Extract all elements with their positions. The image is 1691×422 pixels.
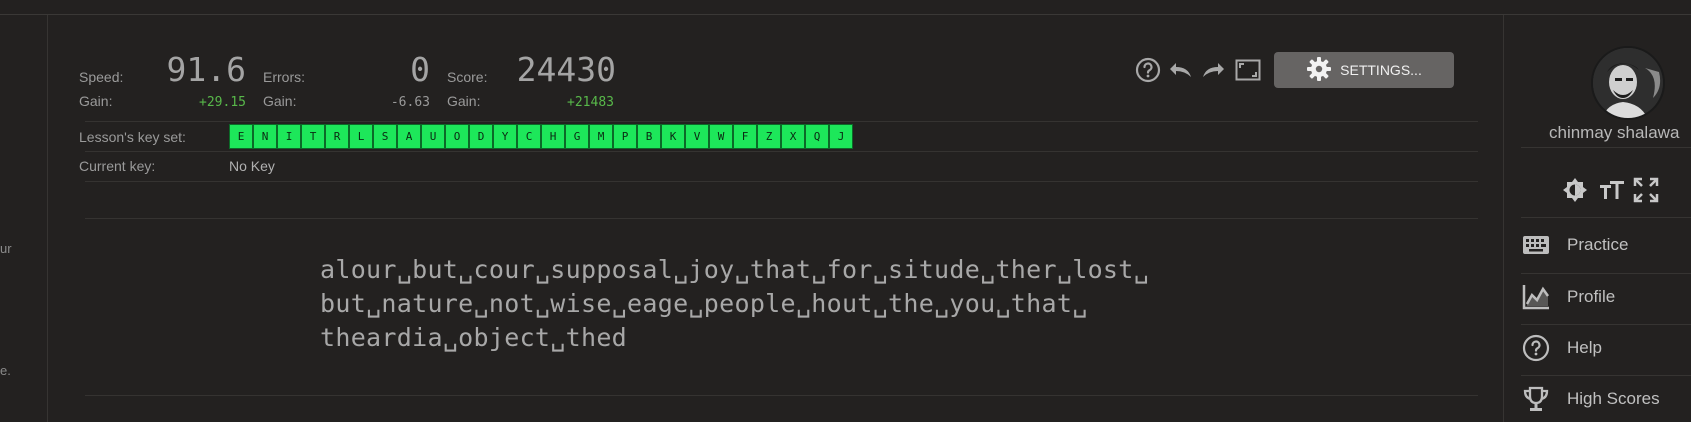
key-chip: Q xyxy=(805,124,829,149)
errors-gain-value: -6.63 xyxy=(390,95,430,110)
key-chip: C xyxy=(517,124,541,149)
divider xyxy=(85,218,1478,219)
key-chip: M xyxy=(589,124,613,149)
key-chip: S xyxy=(373,124,397,149)
top-bar xyxy=(0,0,1691,15)
chart-icon xyxy=(1521,282,1551,312)
key-chip: X xyxy=(781,124,805,149)
key-chip: D xyxy=(469,124,493,149)
key-chip: W xyxy=(709,124,733,149)
score-value: 24430 xyxy=(516,50,616,89)
left-panel: ur e. xyxy=(0,15,48,422)
score-gain-value: +21483 xyxy=(567,95,614,110)
nav-high-scores[interactable]: High Scores xyxy=(1521,379,1691,419)
key-chip: K xyxy=(661,124,685,149)
key-chip: G xyxy=(565,124,589,149)
score-label: Score: xyxy=(447,69,488,85)
font-size-icon[interactable] xyxy=(1597,175,1627,205)
practice-panel: Speed: 91.6 Gain: +29.15 Errors: 0 Gain:… xyxy=(48,15,1503,422)
text-line: but␣nature␣not␣wise␣eage␣people␣hout␣the… xyxy=(320,289,1088,318)
left-text-fragment: ur xyxy=(0,241,12,256)
errors-gain-label: Gain: xyxy=(263,93,297,109)
divider xyxy=(1521,147,1691,148)
divider xyxy=(85,395,1478,396)
key-chip: F xyxy=(733,124,757,149)
key-chip: H xyxy=(541,124,565,149)
key-chip: V xyxy=(685,124,709,149)
nav-high-scores-label: High Scores xyxy=(1567,389,1660,408)
theme-icon[interactable] xyxy=(1560,175,1590,205)
trophy-icon xyxy=(1521,384,1551,414)
nav-profile-label: Profile xyxy=(1567,287,1616,306)
nav-help-label: Help xyxy=(1567,338,1602,357)
undo-icon[interactable] xyxy=(1165,55,1195,85)
speed-label: Speed: xyxy=(79,69,124,85)
nav-help[interactable]: Help xyxy=(1521,328,1691,368)
errors-label: Errors: xyxy=(263,69,305,85)
right-sidebar: chinmay shalawa Practice Profile Help Hi… xyxy=(1503,15,1691,422)
expand-icon[interactable] xyxy=(1631,175,1661,205)
text-line: alour␣but␣cour␣supposal␣joy␣that␣for␣sit… xyxy=(320,255,1149,284)
divider xyxy=(1521,324,1691,325)
divider xyxy=(85,121,1478,122)
redo-icon[interactable] xyxy=(1199,55,1229,85)
nav-practice[interactable]: Practice xyxy=(1521,225,1691,265)
key-chip: O xyxy=(445,124,469,149)
key-chip: L xyxy=(349,124,373,149)
divider xyxy=(1521,217,1691,218)
divider xyxy=(85,181,1478,182)
key-chip: B xyxy=(637,124,661,149)
help-circle-icon[interactable] xyxy=(1133,55,1163,85)
nav-practice-label: Practice xyxy=(1567,235,1629,254)
keyboard-icon xyxy=(1521,230,1551,260)
key-chip: T xyxy=(301,124,325,149)
key-chip: J xyxy=(829,124,853,149)
divider xyxy=(1521,375,1691,376)
settings-button[interactable]: SETTINGS... xyxy=(1274,52,1454,88)
left-text-fragment: e. xyxy=(0,363,11,378)
key-chip: E xyxy=(229,124,253,149)
key-chip: Z xyxy=(757,124,781,149)
current-key-value: No Key xyxy=(229,158,275,174)
nav-profile[interactable]: Profile xyxy=(1521,277,1691,317)
key-chip: P xyxy=(613,124,637,149)
gear-icon xyxy=(1306,56,1332,85)
text-line: theardia␣object␣thed xyxy=(320,323,628,352)
divider xyxy=(85,151,1478,152)
key-chip: Y xyxy=(493,124,517,149)
settings-label: SETTINGS... xyxy=(1340,62,1422,78)
keyset-label: Lesson's key set: xyxy=(79,129,186,145)
speed-value: 91.6 xyxy=(166,50,246,89)
lesson-key-set: ENITRLSAUODYCHGMPBKVWFZXQJ xyxy=(229,124,853,149)
key-chip: U xyxy=(421,124,445,149)
speed-gain-label: Gain: xyxy=(79,93,113,109)
speed-gain-value: +29.15 xyxy=(199,95,246,110)
key-chip: I xyxy=(277,124,301,149)
avatar[interactable] xyxy=(1591,46,1665,120)
errors-value: 0 xyxy=(410,50,430,89)
key-chip: N xyxy=(253,124,277,149)
divider xyxy=(1521,273,1691,274)
practice-text[interactable]: alour␣but␣cour␣supposal␣joy␣that␣for␣sit… xyxy=(320,253,1149,355)
user-name[interactable]: chinmay shalawa xyxy=(1549,123,1679,143)
current-key-label: Current key: xyxy=(79,158,156,174)
score-gain-label: Gain: xyxy=(447,93,481,109)
key-chip: R xyxy=(325,124,349,149)
key-chip: A xyxy=(397,124,421,149)
fullscreen-icon[interactable] xyxy=(1233,55,1263,85)
help-circle-icon xyxy=(1521,333,1551,363)
